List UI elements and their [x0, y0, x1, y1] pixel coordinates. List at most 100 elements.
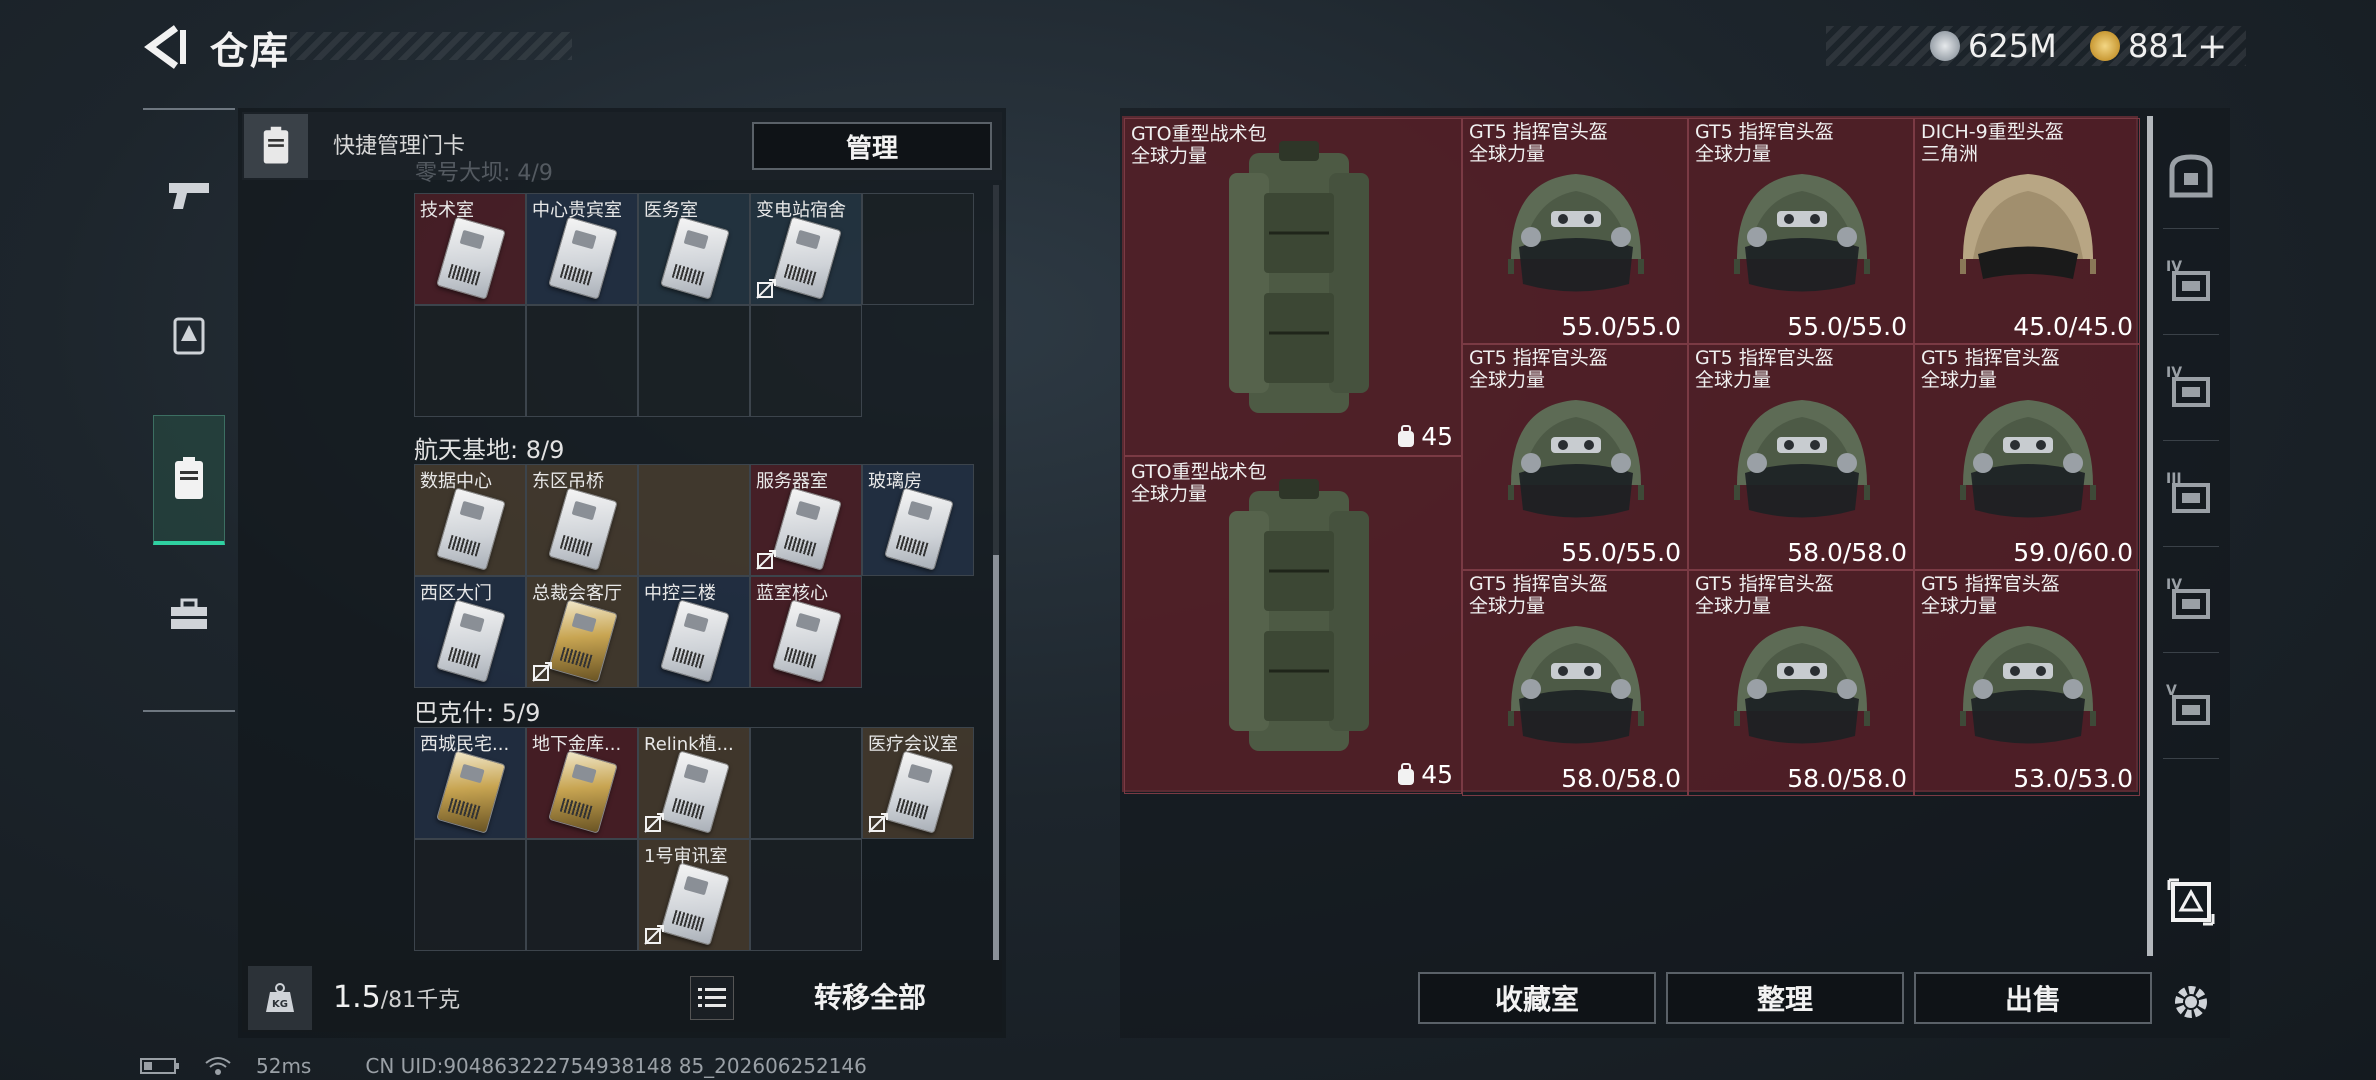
no-drop-icon — [644, 925, 664, 945]
keycard-slot[interactable]: 变电站宿舍 — [750, 193, 862, 305]
uid-text: CN UID:904863222754938148 85_20260625214… — [365, 1054, 867, 1078]
sidebar-divider — [2163, 440, 2219, 441]
empty-slot[interactable] — [862, 193, 974, 305]
storage-scrollbar[interactable] — [2147, 116, 2153, 956]
quick-keycard-icon — [244, 114, 308, 178]
collection-room-button[interactable]: 收藏室 — [1418, 972, 1656, 1024]
empty-slot — [862, 576, 974, 688]
empty-slot[interactable] — [750, 305, 862, 417]
sidebar-divider — [2163, 334, 2219, 335]
keycard-icon — [548, 750, 618, 834]
empty-slot[interactable] — [638, 305, 750, 417]
keycard-slot[interactable]: 中心贵宾室 — [526, 193, 638, 305]
currency-silver[interactable]: 625M — [1930, 26, 2057, 66]
keycard-slot[interactable]: 总裁会客厅 — [526, 576, 638, 688]
toolbox-icon — [171, 598, 207, 629]
helmet-icon — [1960, 174, 2096, 279]
nav-keycards[interactable] — [153, 415, 225, 545]
currency-add-button[interactable]: + — [2197, 26, 2227, 67]
weight-readout: 1.5/81千克 — [333, 980, 460, 1015]
durability-value: 58.0/58.0 — [1787, 764, 1907, 793]
sort-button[interactable]: 整理 — [1666, 972, 1904, 1024]
backpack-item[interactable]: GTO重型战术包 全球力量 45 — [1124, 456, 1462, 794]
back-arrow-icon[interactable] — [140, 22, 190, 72]
keycard-slot[interactable]: 数据中心 — [414, 464, 526, 576]
container-v-icon[interactable]: V — [2155, 670, 2227, 742]
keycard-slot[interactable]: 地下金库... — [526, 727, 638, 839]
keycard-slot[interactable]: 西城民宅... — [414, 727, 526, 839]
keycard-slot[interactable]: Relink植... — [638, 727, 750, 839]
helmet-item[interactable]: GT5 指挥官头盔 全球力量 55.0/55.0 — [1688, 118, 1914, 344]
container-iv-1-icon[interactable]: IV — [2155, 246, 2227, 318]
helmet-item[interactable]: GT5 指挥官头盔 全球力量 58.0/58.0 — [1688, 570, 1914, 796]
keycard-name: 技术室 — [420, 200, 474, 221]
keycard-slot[interactable]: 蓝室核心 — [750, 576, 862, 688]
keycard-name: 玻璃房 — [868, 471, 922, 492]
keycard-slot[interactable]: 中控三楼 — [638, 576, 750, 688]
empty-slot[interactable] — [638, 464, 750, 576]
sidebar-divider — [2163, 652, 2219, 653]
pistol-icon — [169, 183, 209, 209]
backpack-item[interactable]: GTO重型战术包 全球力量 45 — [1124, 118, 1462, 456]
nav-toolbox[interactable] — [153, 550, 225, 680]
item-brand: 全球力量 — [1921, 369, 1998, 391]
empty-slot[interactable] — [526, 305, 638, 417]
keycard-grid: 西城民宅... 地下金库... Relink植... 医疗会议室 1号审讯室 — [414, 727, 974, 951]
durability-value: 58.0/58.0 — [1561, 764, 1681, 793]
weight-icon: KG — [248, 966, 312, 1030]
item-brand: 全球力量 — [1469, 143, 1546, 165]
empty-slot[interactable] — [414, 305, 526, 417]
helmet-icon — [1734, 174, 1870, 292]
keycard-slot[interactable]: 1号审讯室 — [638, 839, 750, 951]
sell-button[interactable]: 出售 — [1914, 972, 2152, 1024]
item-name: GT5 指挥官头盔 — [1921, 347, 2060, 369]
operator-icon — [173, 317, 205, 355]
keycard-slot[interactable]: 医务室 — [638, 193, 750, 305]
currency-gold[interactable]: 881 + — [2090, 26, 2227, 67]
helmet-item[interactable]: GT5 指挥官头盔 全球力量 55.0/55.0 — [1462, 344, 1688, 570]
keycard-slot[interactable]: 服务器室 — [750, 464, 862, 576]
capacity-value: 45 — [1421, 422, 1453, 451]
nav-weapons[interactable] — [153, 130, 225, 260]
keycard-icon — [772, 599, 842, 683]
no-drop-icon — [644, 813, 664, 833]
transfer-all-button[interactable]: 转移全部 — [760, 970, 980, 1022]
nav-operator[interactable] — [153, 270, 225, 400]
keycard-name: 1号审讯室 — [644, 846, 728, 867]
keycard-slot[interactable]: 西区大门 — [414, 576, 526, 688]
keycard-name: Relink植... — [644, 734, 734, 755]
helmet-icon — [1508, 400, 1644, 518]
empty-slot[interactable] — [526, 839, 638, 951]
keycard-slot[interactable]: 医疗会议室 — [862, 727, 974, 839]
keycard-name: 医务室 — [644, 200, 698, 221]
container-iv-2-icon[interactable]: IV — [2155, 352, 2227, 424]
helmet-item[interactable]: GT5 指挥官头盔 全球力量 55.0/55.0 — [1462, 118, 1688, 344]
empty-slot[interactable] — [414, 839, 526, 951]
keycard-icon — [660, 216, 730, 300]
item-name: GT5 指挥官头盔 — [1921, 573, 2060, 595]
empty-slot[interactable] — [750, 839, 862, 951]
keycard-scroll-thumb[interactable] — [993, 555, 999, 960]
delta-box-icon[interactable] — [2155, 866, 2227, 938]
list-view-icon[interactable] — [690, 976, 734, 1020]
keycard-icon — [772, 216, 842, 300]
keycard-slot[interactable]: 东区吊桥 — [526, 464, 638, 576]
helmet-item[interactable]: GT5 指挥官头盔 全球力量 58.0/58.0 — [1688, 344, 1914, 570]
helmet-item[interactable]: DICH-9重型头盔 三角洲 45.0/45.0 — [1914, 118, 2140, 344]
container-iii-icon[interactable]: III — [2155, 458, 2227, 530]
manage-button[interactable]: 管理 — [752, 122, 992, 170]
item-name: GT5 指挥官头盔 — [1469, 573, 1608, 595]
keycard-name: 总裁会客厅 — [532, 583, 622, 604]
safe-box-icon[interactable] — [2155, 140, 2227, 212]
capacity-value: 45 — [1421, 760, 1453, 789]
settings-icon[interactable] — [2155, 966, 2227, 1038]
helmet-item[interactable]: GT5 指挥官头盔 全球力量 58.0/58.0 — [1462, 570, 1688, 796]
keycard-slot[interactable]: 技术室 — [414, 193, 526, 305]
keycard-slot[interactable]: 玻璃房 — [862, 464, 974, 576]
container-iv-add-icon[interactable]: IV — [2155, 564, 2227, 636]
empty-slot[interactable] — [750, 727, 862, 839]
helmet-item[interactable]: GT5 指挥官头盔 全球力量 59.0/60.0 — [1914, 344, 2140, 570]
battery-icon — [140, 1058, 179, 1074]
helmet-icon — [1508, 174, 1644, 292]
helmet-item[interactable]: GT5 指挥官头盔 全球力量 53.0/53.0 — [1914, 570, 2140, 796]
